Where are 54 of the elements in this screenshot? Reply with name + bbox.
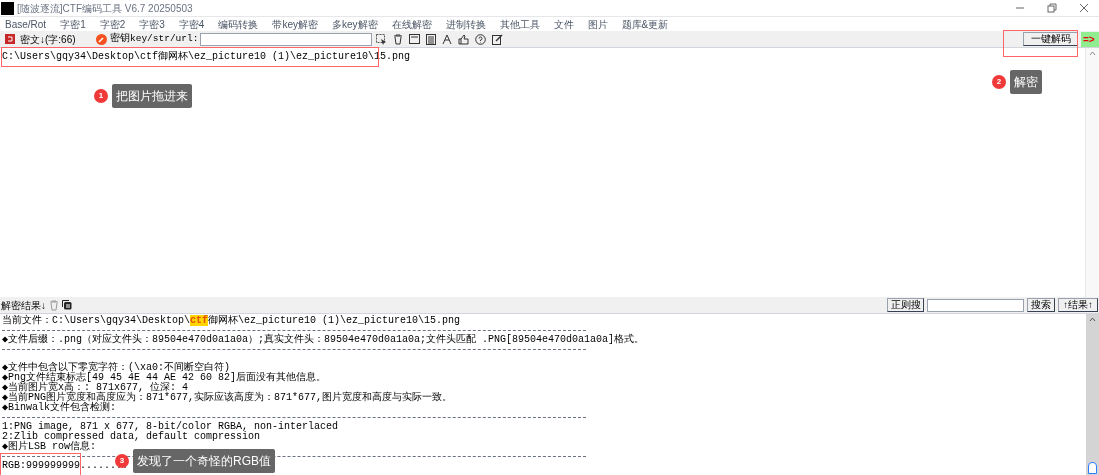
help-icon[interactable] [475,33,487,45]
result-line: ◆文件后缀：.png（对应文件头：89504e470d0a1a0a）;真实文件头：89504e470d0a1a0a;文件头匹配 .PNG[89504e470d0a1a0a]格式。 [2,335,645,345]
close-icon[interactable] [1079,3,1089,13]
menu-item[interactable]: 字密4 [178,16,205,32]
callout-tooltip: 解密 [1010,70,1042,94]
trash-icon[interactable] [393,33,404,45]
terminal-icon[interactable] [409,34,421,44]
result-line: ◆文件中包含以下零宽字符：(\xa0:不间断空白符) [2,363,231,373]
ciphertext-label: 密文↓(字:66) [20,32,77,47]
scroll-up-icon[interactable] [1089,317,1096,322]
result-line: ◆Png文件结束标志[49 45 4E 44 AE 42 60 82]后面没有其他信息。 [2,373,327,383]
callout-tooltip: 把图片拖进来 [112,84,192,108]
menu-item[interactable]: Base/Rot [5,16,47,32]
select-cursor-icon[interactable] [376,33,388,45]
copy-icon[interactable] [62,300,72,310]
edit-icon[interactable] [492,33,504,45]
pencil-circle-icon[interactable] [96,33,107,45]
scrollbar[interactable] [1085,48,1099,297]
scrollbar[interactable] [1086,314,1099,475]
decode-button[interactable]: 一键解码 [1023,32,1078,46]
result-label: 解密结果↓ [1,298,46,313]
menu-item[interactable]: 字密1 [60,16,86,32]
key-input[interactable] [200,32,373,46]
key-label: 密钥key/str/url: [110,31,199,46]
result-line: ◆Binwalk文件包含检测: [2,403,117,413]
regex-search-button[interactable]: 正则搜 [887,298,924,312]
step-number-badge: 1 [94,89,108,103]
search-button[interactable]: 搜索 [1027,298,1055,312]
menu-item[interactable]: 其他工具 [499,16,540,32]
menu-item[interactable]: 进制转换 [445,16,486,32]
scroll-thumb[interactable] [1088,462,1097,474]
result-button[interactable]: ↑结果↑ [1058,298,1098,312]
thumbs-up-icon[interactable] [458,33,470,45]
calculator-icon[interactable] [426,33,437,45]
menu-item[interactable]: 带key解密 [272,16,318,32]
menu-item[interactable]: 字密3 [139,16,165,32]
menu-item[interactable]: 在线解密 [391,16,432,32]
restore-icon[interactable] [1047,3,1057,13]
menu-item[interactable]: 题库&更新 [621,16,669,32]
menu-item[interactable]: 图片 [587,16,608,32]
step-number-badge: 2 [992,75,1006,89]
result-line: 2:Zlib compressed data, default compression [2,432,261,442]
result-line: ◆图片LSB row信息: [2,442,97,452]
callout-tooltip: 发现了一个奇怪的RGB值 [133,449,275,473]
scroll-up-icon[interactable] [1089,51,1096,56]
menu-item[interactable]: 编码转换 [218,16,259,32]
result-line: 1:PNG image, 871 x 677, 8-bit/color RGBA, non-interlaced [2,422,339,432]
menu-item[interactable]: 文件 [553,16,574,32]
menu-item[interactable]: 多key解密 [331,16,378,32]
menu-item[interactable]: 字密2 [99,16,126,32]
window-title: [随波逐流]CTF编码工具 V6.7 20250503 [17,1,193,16]
text-a-icon[interactable] [442,33,453,45]
return-arrow-icon[interactable] [5,34,15,44]
search-input[interactable] [927,298,1024,312]
